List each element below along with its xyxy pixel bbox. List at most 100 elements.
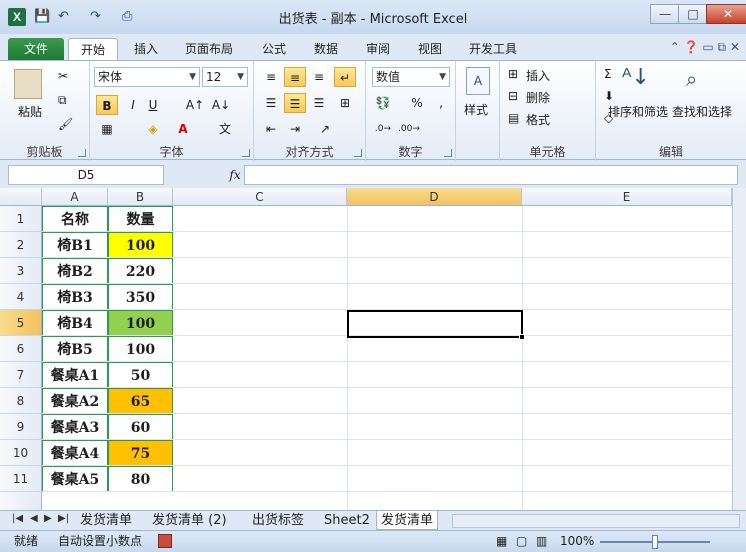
font-launcher-icon[interactable] [242, 149, 250, 157]
cell-b[interactable]: 75 [108, 440, 173, 466]
align-middle-icon[interactable]: ≡ [284, 67, 306, 87]
cell-b[interactable]: 50 [108, 362, 173, 388]
cell-a[interactable]: 椅B2 [42, 258, 108, 284]
increase-decimal-icon[interactable]: .0→ [372, 119, 394, 139]
autosum-icon[interactable]: Σ [604, 67, 612, 81]
row-header[interactable]: 1 [0, 206, 42, 232]
percent-button[interactable]: % [406, 93, 428, 113]
tab-home[interactable]: 开始 [68, 38, 118, 60]
styles-icon[interactable]: A [466, 67, 490, 95]
insert-cells-icon[interactable]: ⊞ [508, 67, 518, 81]
format-cells-icon[interactable]: ▤ [508, 111, 519, 125]
row-header[interactable]: 11 [0, 466, 42, 492]
maximize-button[interactable]: □ [678, 4, 708, 24]
wrap-text-icon[interactable]: ↵ [334, 67, 356, 87]
cut-icon[interactable]: ✂ [58, 69, 68, 83]
cell-b[interactable]: 65 [108, 388, 173, 414]
page-layout-view-icon[interactable]: ▢ [516, 531, 527, 551]
cell-b[interactable]: 数量 [108, 206, 173, 232]
column-header-d[interactable]: D [347, 188, 522, 206]
shrink-font-icon[interactable]: A↓ [210, 95, 232, 115]
cell-a[interactable]: 餐桌A1 [42, 362, 108, 388]
name-box[interactable]: D5 [8, 165, 164, 185]
select-all-corner[interactable] [0, 188, 42, 206]
column-header-c[interactable]: C [173, 188, 347, 206]
comma-button[interactable]: , [430, 93, 452, 113]
paste-icon[interactable] [14, 69, 42, 99]
styles-label[interactable]: 样式 [464, 101, 488, 118]
row-header[interactable]: 5 [0, 310, 42, 336]
tab-file[interactable]: 文件 [8, 38, 64, 60]
fill-color-icon[interactable]: ◈ [142, 119, 164, 139]
increase-indent-icon[interactable]: ⇥ [284, 119, 306, 139]
tab-view[interactable]: 视图 [408, 38, 452, 60]
align-bottom-icon[interactable]: ≡ [308, 67, 330, 87]
delete-cells-label[interactable]: 删除 [526, 89, 550, 106]
sort-filter-label[interactable]: 排序和筛选 [608, 103, 668, 120]
insert-cells-label[interactable]: 插入 [526, 67, 550, 84]
row-header[interactable] [0, 492, 42, 510]
cell-a[interactable]: 椅B4 [42, 310, 108, 336]
zoom-level[interactable]: 100% [560, 531, 594, 551]
cell-a[interactable]: 餐桌A3 [42, 414, 108, 440]
fill-handle[interactable] [519, 334, 525, 340]
number-format-select[interactable]: 数值 ▼ [372, 67, 450, 87]
column-header-e[interactable]: E [522, 188, 732, 206]
clipboard-launcher-icon[interactable] [78, 149, 86, 157]
tab-developer[interactable]: 开发工具 [462, 38, 524, 60]
column-header-b[interactable]: B [108, 188, 173, 206]
align-left-icon[interactable]: ☰ [260, 93, 282, 113]
page-break-view-icon[interactable]: ▥ [536, 531, 547, 551]
cell-a[interactable]: 餐桌A2 [42, 388, 108, 414]
row-header[interactable]: 3 [0, 258, 42, 284]
orientation-icon[interactable]: ↗ [314, 119, 336, 139]
cell-a[interactable]: 椅B1 [42, 232, 108, 258]
sheet-tab-active[interactable]: 发货清单 [376, 511, 439, 530]
font-name-select[interactable]: 宋体 ▼ [94, 67, 200, 87]
tab-formulas[interactable]: 公式 [252, 38, 296, 60]
underline-button[interactable]: U [142, 95, 164, 115]
phonetic-icon[interactable]: 文 [214, 119, 236, 139]
number-launcher-icon[interactable] [444, 149, 452, 157]
cell-a[interactable]: 椅B5 [42, 336, 108, 362]
tab-data[interactable]: 数据 [304, 38, 348, 60]
find-select-label[interactable]: 查找和选择 [672, 103, 732, 120]
cell-b[interactable]: 80 [108, 466, 173, 492]
row-header[interactable]: 8 [0, 388, 42, 414]
delete-cells-icon[interactable]: ⊟ [508, 89, 518, 103]
cell-a[interactable]: 餐桌A5 [42, 466, 108, 492]
row-header[interactable]: 10 [0, 440, 42, 466]
first-sheet-icon[interactable]: |◀ [12, 513, 23, 524]
ribbon-help-icons[interactable]: ⌃ ❓ ▭ ⧉ ✕ [670, 40, 740, 55]
cell-a[interactable]: 餐桌A4 [42, 440, 108, 466]
macro-record-icon[interactable] [158, 534, 172, 548]
paste-label[interactable]: 粘贴 [18, 103, 42, 120]
tab-page-layout[interactable]: 页面布局 [178, 38, 240, 60]
column-header-a[interactable]: A [42, 188, 108, 206]
currency-icon[interactable]: 💱 [372, 93, 394, 113]
format-painter-icon[interactable]: 🖌 [58, 117, 73, 131]
normal-view-icon[interactable]: ▦ [496, 531, 507, 551]
italic-button[interactable]: I [122, 95, 144, 115]
sort-filter-icon[interactable]: ᴬ↓ [622, 65, 650, 90]
row-header[interactable]: 9 [0, 414, 42, 440]
sheet-tab[interactable]: 出货标签 [248, 511, 308, 530]
cell-b[interactable]: 100 [108, 336, 173, 362]
binoculars-icon[interactable]: ⌕ [686, 67, 697, 91]
format-cells-label[interactable]: 格式 [526, 111, 550, 128]
merge-center-icon[interactable]: ⊞ [334, 93, 356, 113]
prev-sheet-icon[interactable]: ◀ [30, 513, 38, 524]
zoom-slider-thumb[interactable] [652, 535, 658, 549]
cell-a[interactable]: 名称 [42, 206, 108, 232]
border-icon[interactable]: ▦ [96, 119, 118, 139]
active-cell-d5[interactable] [347, 310, 525, 340]
vertical-scrollbar[interactable] [732, 188, 746, 510]
decrease-indent-icon[interactable]: ⇤ [260, 119, 282, 139]
align-top-icon[interactable]: ≡ [260, 67, 282, 87]
fill-icon[interactable]: ⬇ [604, 89, 614, 103]
cell-a[interactable]: 椅B3 [42, 284, 108, 310]
bold-button[interactable]: B [96, 95, 118, 115]
cell-b[interactable]: 100 [108, 232, 173, 258]
font-color-icon[interactable]: A [172, 119, 194, 139]
minimize-button[interactable]: — [650, 4, 680, 24]
